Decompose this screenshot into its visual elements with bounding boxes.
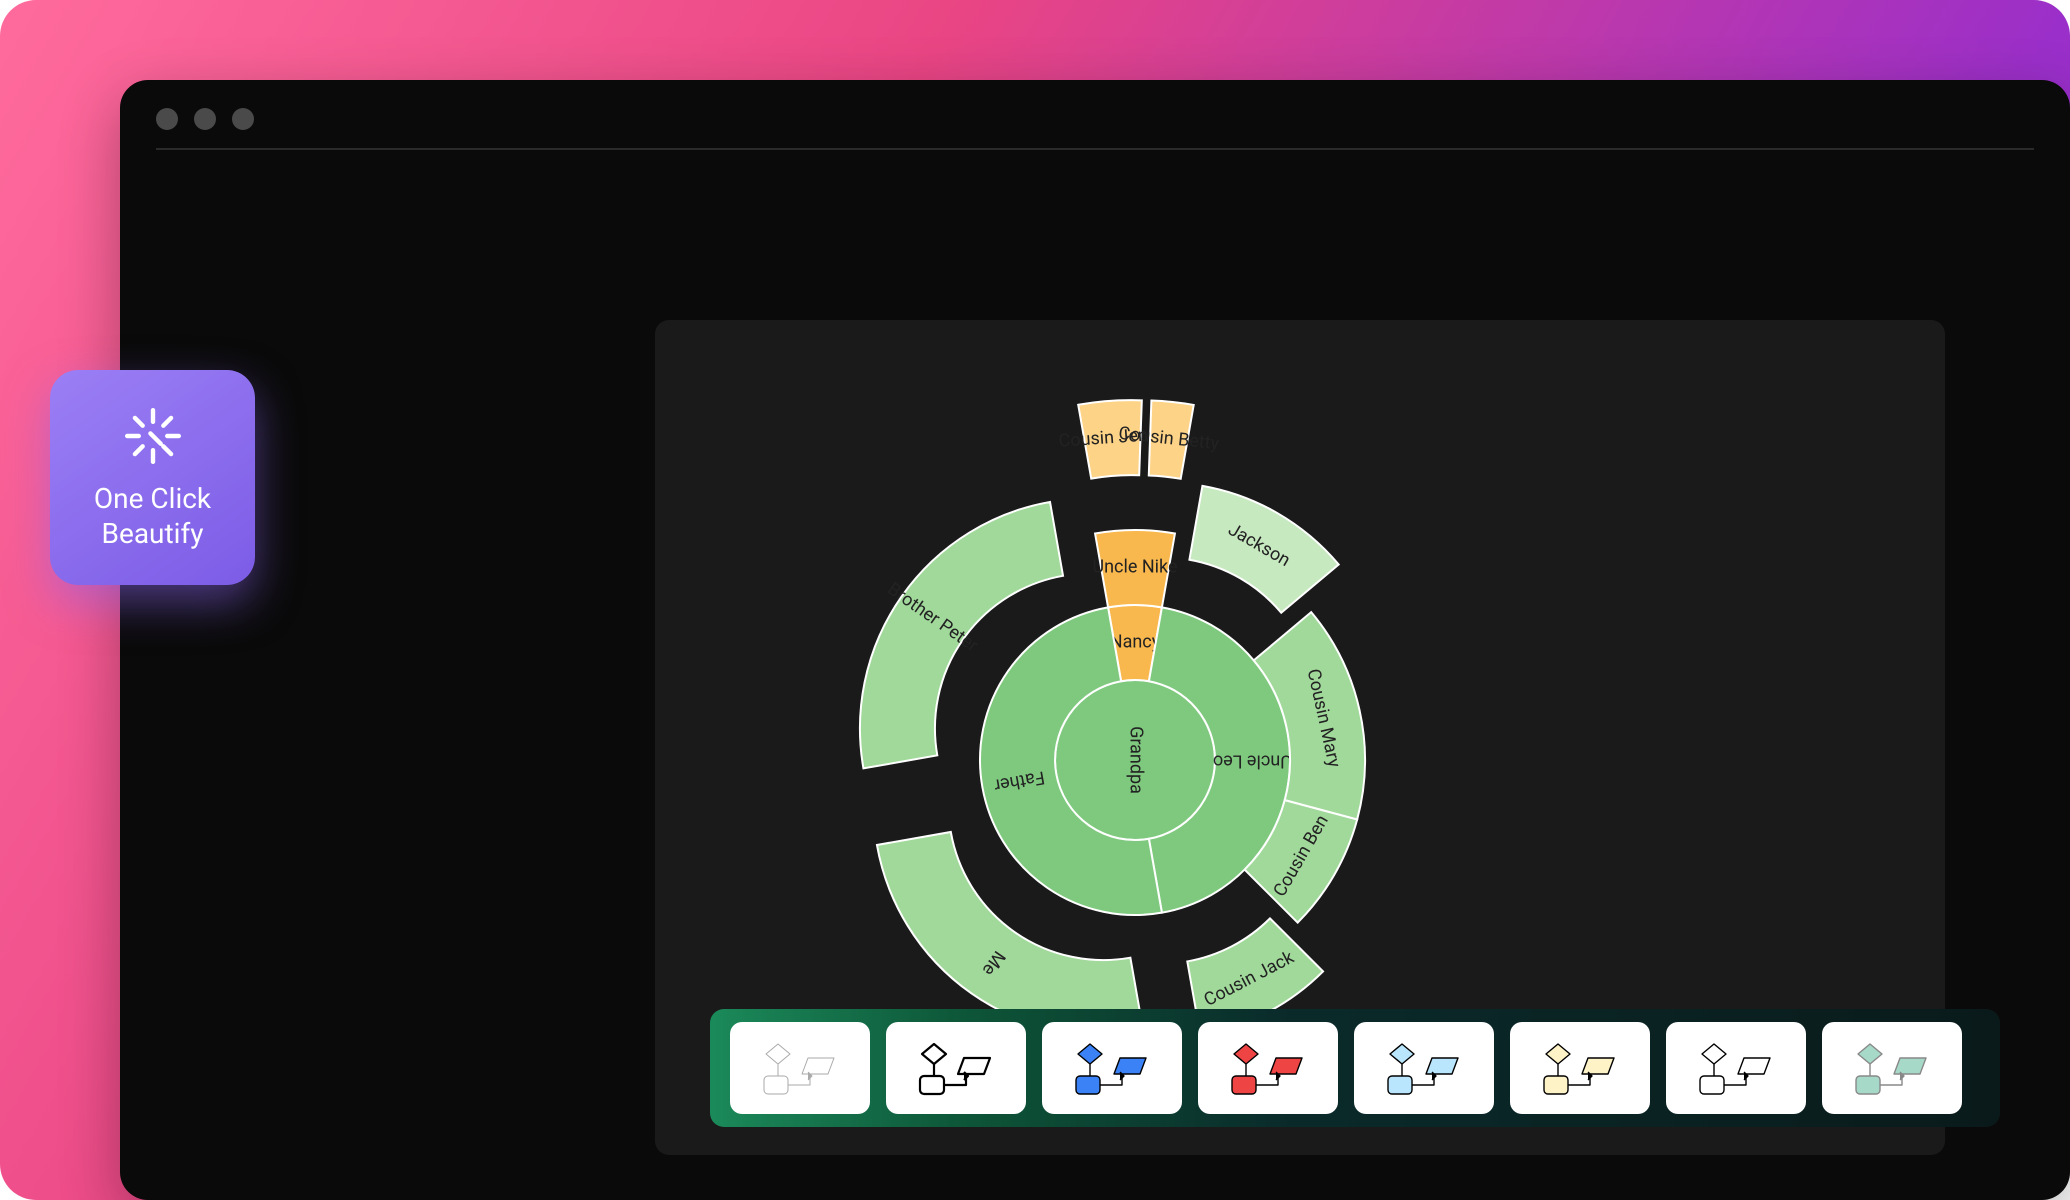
theme-picker-bar (710, 1009, 2000, 1127)
segment-label: Nancy (1110, 631, 1161, 652)
theme-swatch-sky[interactable] (1354, 1022, 1494, 1114)
theme-swatch-mint[interactable] (1822, 1022, 1962, 1114)
title-bar-divider (156, 148, 2034, 150)
sunburst-chart[interactable]: GrandpaNancyUncle NikeCousin JennyCousin… (755, 340, 1515, 1100)
window-minimize-dot[interactable] (194, 108, 216, 130)
segment-label: Grandpa (1125, 726, 1146, 794)
diagram-canvas[interactable]: GrandpaNancyUncle NikeCousin JennyCousin… (655, 320, 1945, 1155)
theme-swatch-red[interactable] (1198, 1022, 1338, 1114)
theme-swatch-outline-bold[interactable] (886, 1022, 1026, 1114)
window-close-dot[interactable] (156, 108, 178, 130)
window-maximize-dot[interactable] (232, 108, 254, 130)
theme-swatch-cream[interactable] (1510, 1022, 1650, 1114)
theme-swatch-blue[interactable] (1042, 1022, 1182, 1114)
theme-swatch-outline-thin[interactable] (730, 1022, 870, 1114)
sparkle-icon (122, 405, 184, 467)
window-controls (156, 108, 2034, 130)
theme-swatch-white[interactable] (1666, 1022, 1806, 1114)
beautify-label: One ClickBeautify (94, 481, 211, 551)
one-click-beautify-button[interactable]: One ClickBeautify (50, 370, 255, 585)
app-window: GrandpaNancyUncle NikeCousin JennyCousin… (120, 80, 2070, 1200)
segment-label: Uncle Nike (1092, 556, 1177, 577)
segment-label: Uncle Leo (1213, 750, 1292, 771)
